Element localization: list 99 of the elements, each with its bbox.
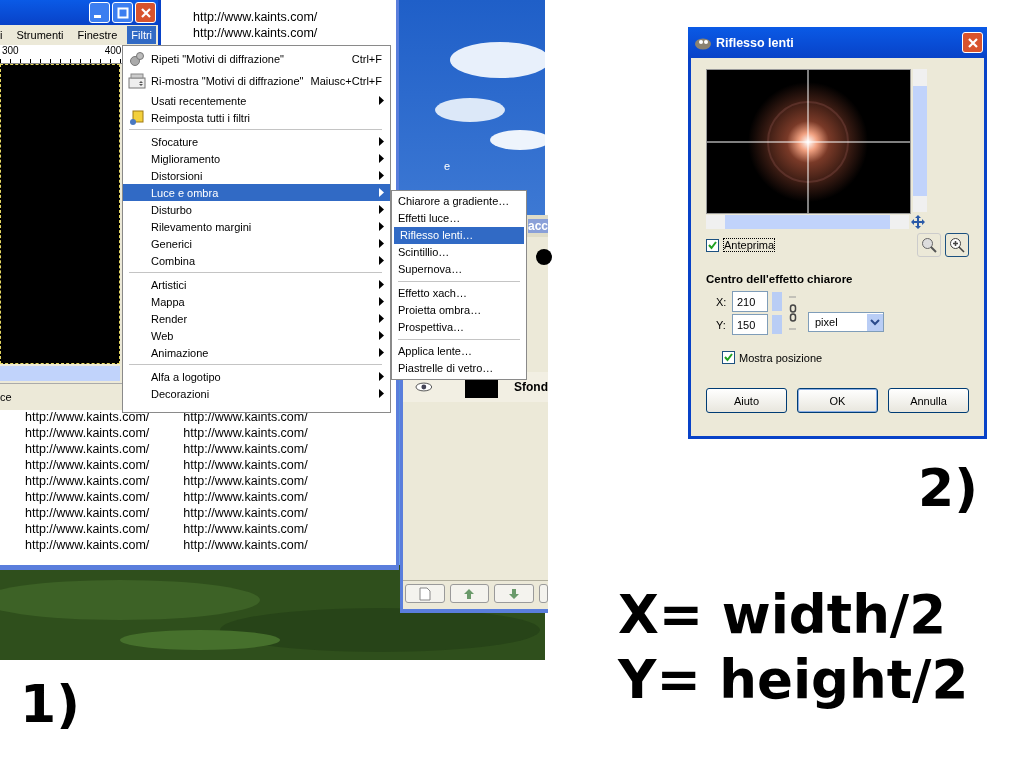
zoom-in-icon[interactable] — [945, 233, 969, 257]
field-label: Y: — [716, 318, 727, 331]
url-text: http://www.kaints.com/ — [193, 25, 319, 41]
down-arrow-icon — [507, 587, 520, 600]
menu-item[interactable]: Generici — [123, 235, 390, 252]
menu-bar-item[interactable]: i — [0, 26, 7, 44]
status-text: ce — [0, 391, 12, 403]
url-text: http://www.kaints.com/ — [25, 473, 150, 489]
step-label: 2) — [918, 462, 978, 514]
page-icon — [418, 586, 431, 601]
menu-item[interactable]: Reimposta tutti i filtri — [123, 109, 390, 126]
field-label: X: — [716, 295, 728, 308]
chain-icon[interactable] — [788, 296, 798, 330]
url-text: http://www.kaints.com/ — [183, 457, 308, 473]
menu-item[interactable]: Chiarore a gradiente… — [392, 193, 526, 210]
raise-layer-button[interactable] — [449, 584, 489, 603]
url-text: http://www.kaints.com/ — [25, 457, 150, 473]
menu-item[interactable]: Luce e ombra — [123, 184, 390, 201]
spinner-icon — [128, 73, 146, 89]
menu-item[interactable]: Effetto xach… — [392, 285, 526, 302]
menu-item[interactable]: Proietta ombra… — [392, 302, 526, 319]
menu-item[interactable]: Riflesso lenti… — [394, 227, 524, 244]
new-layer-button[interactable] — [405, 584, 445, 603]
eye-icon[interactable] — [415, 382, 433, 392]
menu-item[interactable]: Disturbo — [123, 201, 390, 218]
input-field[interactable]: 150 — [732, 314, 768, 335]
scrollbar[interactable] — [0, 366, 120, 381]
up-arrow-icon — [463, 587, 476, 600]
menu-item[interactable]: Prospettiva… — [392, 319, 526, 336]
close-icon — [966, 36, 979, 49]
section-title: Centro dell'effetto chiarore — [706, 273, 854, 285]
menu-item[interactable]: Supernova… — [392, 261, 526, 278]
dialog-button[interactable]: Annulla — [888, 388, 969, 413]
url-text: http://www.kaints.com/ — [25, 537, 150, 553]
panel-title: acc — [527, 219, 548, 233]
menu-bar-item[interactable]: Finestre — [73, 26, 122, 44]
maximize-button[interactable] — [112, 2, 133, 23]
dialog-button[interactable]: Aiuto — [706, 388, 787, 413]
input-field[interactable]: 210 — [732, 291, 768, 312]
formula-text: Y= height/2 — [618, 648, 969, 712]
menu-item[interactable]: Miglioramento — [123, 150, 390, 167]
menu-item[interactable]: Web — [123, 327, 390, 344]
url-text: http://www.kaints.com/ — [183, 537, 308, 553]
url-text: http://www.kaints.com/ — [183, 505, 308, 521]
reset-icon — [129, 109, 145, 126]
menu-item[interactable]: Render — [123, 310, 390, 327]
formula-text: X= width/2 — [618, 583, 948, 647]
layer-button[interactable] — [538, 584, 548, 603]
url-text: http://www.kaints.com/ — [183, 521, 308, 537]
url-text: http://www.kaints.com/ — [25, 441, 150, 457]
url-text: http://www.kaints.com/ — [183, 441, 308, 457]
menu-item[interactable]: Artistici — [123, 276, 390, 293]
minimize-button[interactable] — [89, 2, 110, 23]
url-text: http://www.kaints.com/ — [193, 9, 319, 25]
move-icon[interactable] — [911, 215, 925, 229]
menu-item[interactable]: Sfocature — [123, 133, 390, 150]
menu-item[interactable]: Alfa a logotipo — [123, 368, 390, 385]
scrollbar[interactable] — [913, 69, 927, 212]
dialog-button[interactable]: OK — [797, 388, 878, 413]
step-label: 1) — [20, 678, 80, 730]
url-text: http://www.kaints.com/ — [183, 409, 308, 425]
maximize-icon — [116, 6, 129, 19]
lower-layer-button[interactable] — [494, 584, 534, 603]
url-text: http://www.kaints.com/ — [183, 473, 308, 489]
menu-item[interactable]: Mappa — [123, 293, 390, 310]
menu-item[interactable]: Animazione — [123, 344, 390, 361]
url-text: http://www.kaints.com/ — [25, 425, 150, 441]
url-text: http://www.kaints.com/ — [183, 489, 308, 505]
menu-item[interactable]: Distorsioni — [123, 167, 390, 184]
zoom-out-icon[interactable] — [917, 233, 941, 257]
preview-checkbox[interactable]: Anteprima — [706, 238, 913, 252]
icon-label: e — [444, 160, 451, 172]
menu-bar-item[interactable]: Filtri — [127, 26, 157, 44]
scrollbar[interactable] — [706, 215, 909, 229]
menu-item[interactable]: Usati recentemente — [123, 92, 390, 109]
show-position-checkbox[interactable]: Mostra posizione — [722, 351, 969, 364]
menu-item[interactable]: Scintillio… — [392, 244, 526, 261]
minimize-icon — [94, 15, 101, 18]
menu-item[interactable]: Applica lente… — [392, 343, 526, 360]
url-text: http://www.kaints.com/ — [183, 425, 308, 441]
close-button[interactable] — [135, 2, 156, 23]
url-text: http://www.kaints.com/ — [25, 409, 150, 425]
menu-item[interactable]: Ri-mostra "Motivi di diffrazione" Maiusc+Ctrl+F — [123, 70, 390, 92]
url-text: http://www.kaints.com/ — [25, 489, 150, 505]
close-icon — [139, 6, 152, 19]
check-icon — [724, 353, 733, 362]
menu-item[interactable]: Combina — [123, 252, 390, 269]
menu-item[interactable]: Rilevamento margini — [123, 218, 390, 235]
menu-item[interactable]: Effetti luce… — [392, 210, 526, 227]
menu-bar-item[interactable]: Strumenti — [12, 26, 68, 44]
menu-item[interactable]: Decorazioni — [123, 385, 390, 402]
gear-icon — [129, 51, 145, 67]
close-button[interactable] — [962, 32, 983, 53]
unit-dropdown[interactable]: pixel — [808, 312, 884, 332]
window-title: Riflesso lenti — [716, 35, 795, 50]
url-text: http://www.kaints.com/ — [25, 505, 150, 521]
url-text: http://www.kaints.com/ — [25, 521, 150, 537]
check-icon — [708, 240, 717, 250]
submenu-arrow-icon — [379, 96, 384, 105]
